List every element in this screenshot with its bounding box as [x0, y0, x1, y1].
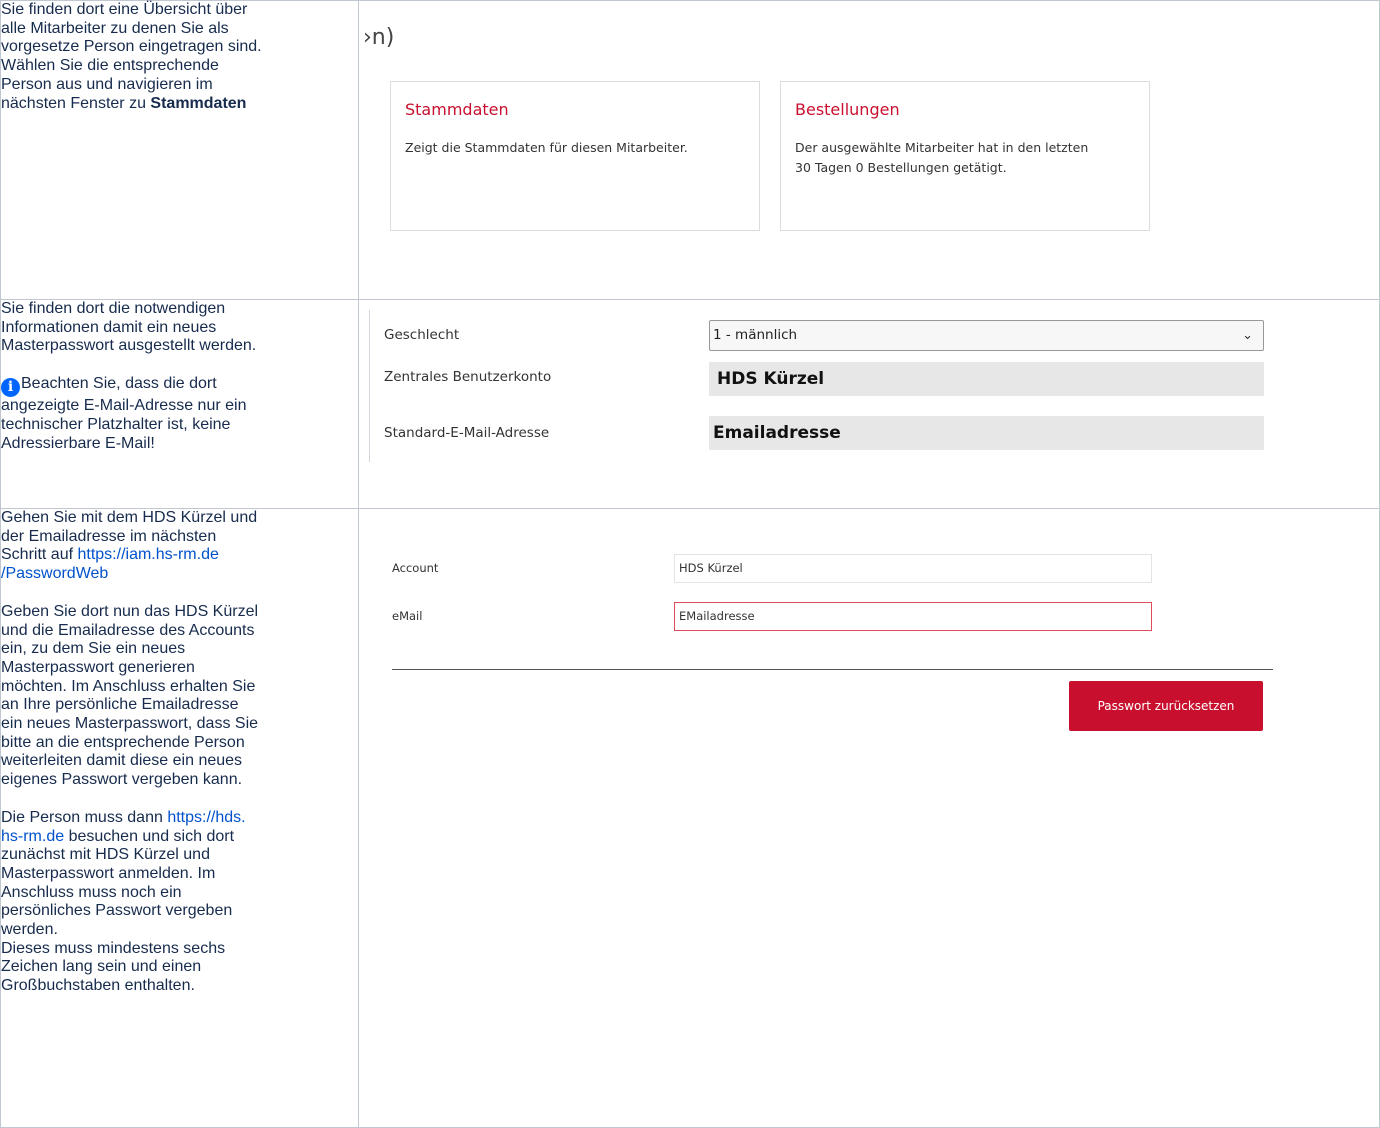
screenshot-cell: Geschlecht 1 - männlich ⌄ Zentrales Benu…	[358, 299, 1380, 509]
table-row: Sie finden dort die notwendigen Informat…	[0, 299, 1380, 509]
instruction-text: Sie finden dort die notwendigen Informat…	[1, 300, 257, 355]
account-label: Zentrales Benutzerkonto	[384, 369, 552, 385]
instruction-cell: Gehen Sie mit dem HDS Kürzel und der Ema…	[0, 508, 359, 1128]
divider	[369, 310, 370, 462]
info-note: i Beachten Sie, dass die dort angezeigte …	[1, 375, 247, 452]
stammdaten-card[interactable]: Stammdaten Zeigt die Stammdaten für dies…	[390, 81, 760, 231]
screenshot-cell: ›n) Stammdaten Zeigt die Stammdaten für …	[358, 0, 1380, 300]
email-label: eMail	[392, 609, 423, 623]
instruction-cell: Sie finden dort eine Übersicht über alle…	[0, 0, 359, 300]
instruction-cell: Sie finden dort die notwendigen Informat…	[0, 299, 359, 509]
reset-password-button[interactable]: Passwort zurücksetzen	[1069, 681, 1263, 731]
stammdaten-strong: Stammdaten	[150, 94, 247, 112]
divider	[392, 669, 1273, 670]
instruction-text: Sie finden dort eine Übersicht über alle…	[1, 1, 262, 112]
instruction-text: Geben Sie dort nun das HDS Kürzel und di…	[1, 602, 259, 789]
email-input[interactable]: EMailadresse	[674, 602, 1152, 631]
card-text: Zeigt die Stammdaten für diesen Mitarbei…	[405, 140, 688, 155]
instruction-text: Die Person muss dann https://hds. hs-rm.d…	[1, 808, 246, 995]
bestellungen-card[interactable]: Bestellungen Der ausgewählte Mitarbeiter…	[780, 81, 1150, 231]
account-label: Account	[392, 561, 439, 575]
table-row: Sie finden dort eine Übersicht über alle…	[0, 0, 1380, 300]
card-title: Stammdaten	[405, 100, 509, 119]
table-row: Gehen Sie mit dem HDS Kürzel und der Ema…	[0, 508, 1380, 1128]
gender-select[interactable]: 1 - männlich ⌄	[709, 320, 1264, 351]
account-value: HDS Kürzel	[709, 362, 1264, 396]
content-table: Sie finden dort eine Übersicht über alle…	[0, 0, 1380, 1128]
card-text: Der ausgewählte Mitarbeiter hat in den l…	[795, 140, 1089, 175]
gender-label: Geschlecht	[384, 327, 460, 343]
account-input[interactable]: HDS Kürzel	[674, 554, 1152, 583]
card-title: Bestellungen	[795, 100, 900, 119]
chevron-down-icon: ⌄	[1242, 328, 1253, 343]
email-value: Emailadresse	[709, 416, 1264, 450]
screenshot-cell: Account HDS Kürzel eMail EMailadresse Pa…	[358, 508, 1380, 1128]
page-title-fragment: ›n)	[363, 25, 395, 50]
info-icon: i	[1, 378, 20, 398]
instruction-text: Gehen Sie mit dem HDS Kürzel und der Ema…	[1, 509, 258, 583]
email-label: Standard-E-Mail-Adresse	[384, 425, 550, 441]
